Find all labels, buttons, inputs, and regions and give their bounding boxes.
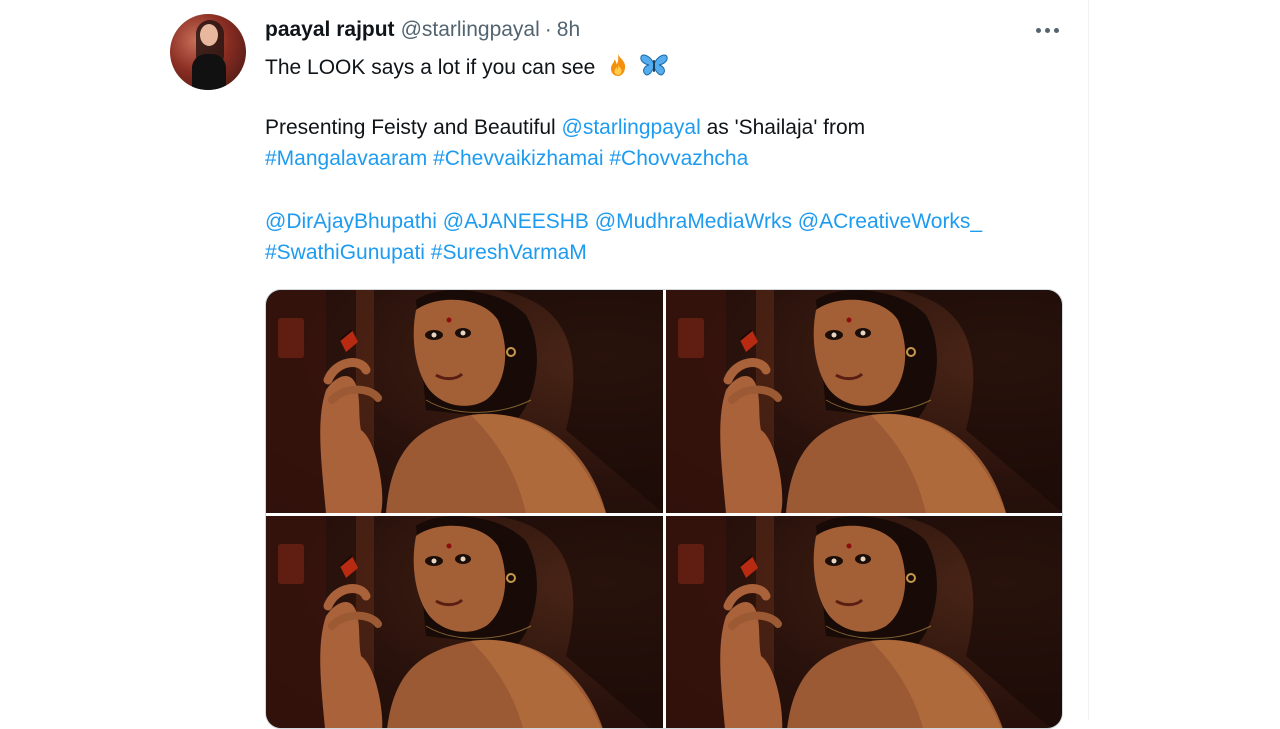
- mention-link[interactable]: @DirAjayBhupathi: [265, 210, 437, 233]
- more-dot: [1035, 27, 1041, 33]
- author-handle[interactable]: @starlingpayal: [401, 18, 540, 42]
- mention-link[interactable]: @AJANEESHB: [443, 210, 589, 233]
- butterfly-emoji-icon: [639, 52, 669, 85]
- portrait-illustration: [266, 290, 663, 513]
- author-avatar[interactable]: [170, 14, 246, 90]
- hashtag-link[interactable]: #Mangalavaaram: [265, 147, 427, 170]
- media-photo-4[interactable]: [666, 516, 1062, 728]
- more-dot: [1053, 27, 1059, 33]
- header-separator: ·: [544, 18, 552, 41]
- tweet-hashtags-line-1: #Mangalavaaram #Chevvaikizhamai #Chovvaz…: [265, 146, 748, 172]
- mention-link[interactable]: @ACreativeWorks_: [798, 210, 982, 233]
- tweet-media-grid: [265, 289, 1063, 729]
- portrait-illustration: [666, 290, 1062, 513]
- hashtag-link[interactable]: #SureshVarmaM: [431, 241, 587, 264]
- tweet-hashtags-line-2: #SwathiGunupati #SureshVarmaM: [265, 240, 587, 266]
- tweet-text-line-1: The LOOK says a lot if you can see: [265, 52, 669, 85]
- media-photo-3[interactable]: [266, 516, 663, 728]
- tweet-text-line-2: Presenting Feisty and Beautiful @starlin…: [265, 115, 865, 141]
- mention-link[interactable]: @starlingpayal: [562, 116, 701, 139]
- more-dot: [1044, 27, 1050, 33]
- author-display-name[interactable]: paayal rajput: [265, 18, 395, 42]
- portrait-illustration: [266, 516, 663, 728]
- tweet-timestamp[interactable]: 8h: [557, 18, 580, 42]
- tweet-role-text: as 'Shailaja' from: [706, 116, 866, 139]
- mention-link[interactable]: @MudhraMediaWrks: [595, 210, 792, 233]
- tweet-intro-text: The LOOK says a lot if you can see: [265, 56, 596, 80]
- hashtag-link[interactable]: #SwathiGunupati: [265, 241, 425, 264]
- timeline-divider: [1088, 0, 1089, 720]
- hashtag-link[interactable]: #Chovvazhcha: [609, 147, 748, 170]
- hashtag-link[interactable]: #Chevvaikizhamai: [433, 147, 603, 170]
- tweet-presenting-text: Presenting Feisty and Beautiful: [265, 116, 556, 139]
- portrait-illustration: [666, 516, 1062, 728]
- more-options-icon[interactable]: [1030, 18, 1064, 42]
- media-photo-2[interactable]: [666, 290, 1062, 513]
- avatar-face: [200, 24, 218, 46]
- tweet-mentions-line: @DirAjayBhupathi @AJANEESHB @MudhraMedia…: [265, 209, 982, 235]
- fire-emoji-icon: [605, 52, 631, 85]
- media-photo-1[interactable]: [266, 290, 663, 513]
- tweet-header: paayal rajput @starlingpayal · 8h: [265, 16, 580, 44]
- avatar-body: [192, 54, 226, 90]
